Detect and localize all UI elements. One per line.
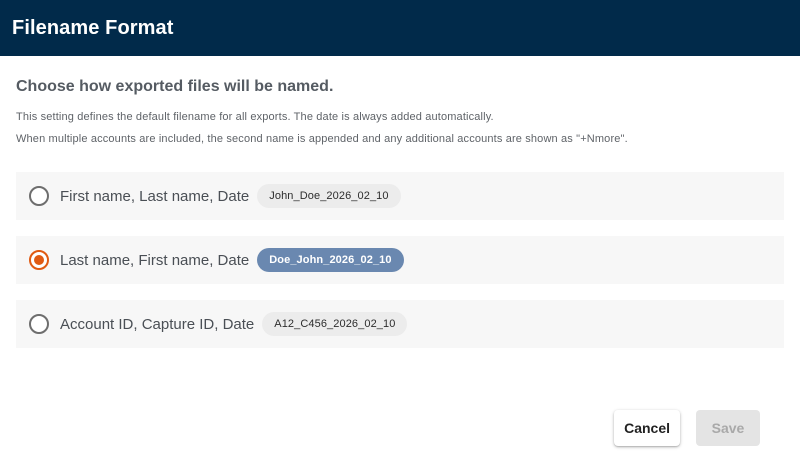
option-label: First name, Last name, Date — [60, 187, 250, 205]
option-first-last-date[interactable]: First name, Last name, Date John_Doe_202… — [16, 172, 784, 220]
example-chip: John_Doe_2026_02_10 — [257, 184, 401, 208]
description-line-1: This setting defines the default filenam… — [16, 111, 494, 123]
description-line-2: When multiple accounts are included, the… — [16, 133, 628, 145]
dialog-subtitle: Choose how exported files will be named. — [16, 78, 334, 95]
option-last-first-date[interactable]: Last name, First name, Date Doe_John_202… — [16, 236, 784, 284]
option-label: Last name, First name, Date — [60, 251, 250, 269]
dialog-actions: Cancel Save — [614, 410, 760, 446]
radio-button-selected[interactable] — [29, 250, 49, 270]
radio-button[interactable] — [29, 314, 49, 334]
filename-format-dialog: Filename Format Choose how exported file… — [0, 0, 800, 471]
dialog-content: Choose how exported files will be named.… — [0, 77, 800, 348]
example-chip-selected: Doe_John_2026_02_10 — [257, 248, 404, 272]
dialog-header: Filename Format — [0, 0, 800, 56]
save-button[interactable]: Save — [696, 410, 760, 446]
option-account-capture-date[interactable]: Account ID, Capture ID, Date A12_C456_20… — [16, 300, 784, 348]
cancel-button[interactable]: Cancel — [614, 410, 680, 446]
radio-button[interactable] — [29, 186, 49, 206]
dialog-title: Filename Format — [12, 16, 174, 39]
option-label: Account ID, Capture ID, Date — [60, 315, 255, 333]
example-chip: A12_C456_2026_02_10 — [262, 312, 408, 336]
format-options: First name, Last name, Date John_Doe_202… — [16, 172, 784, 348]
